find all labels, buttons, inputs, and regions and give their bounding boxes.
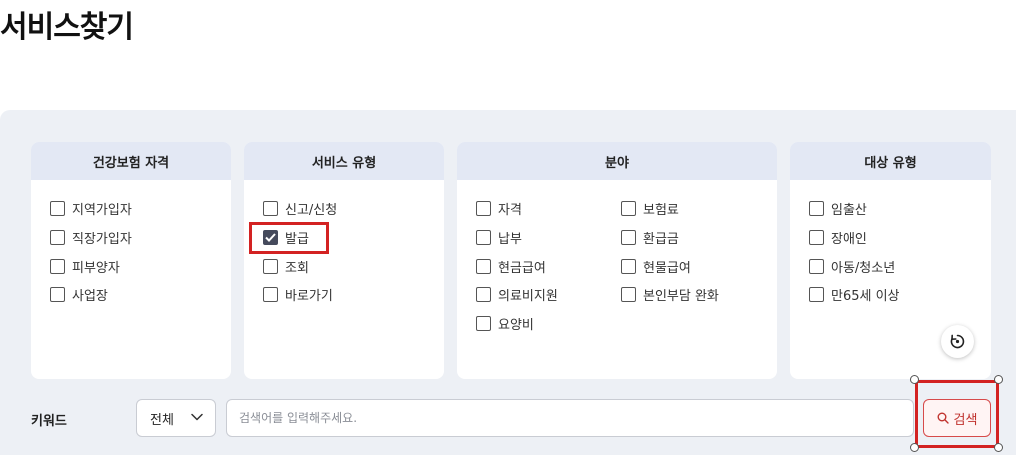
checkbox-disabled[interactable]: 장애인 <box>809 228 867 247</box>
checkbox-label: 현물급여 <box>643 260 691 276</box>
chevron-down-icon <box>191 413 203 421</box>
panel-header: 분야 <box>457 142 777 180</box>
checkbox-box[interactable] <box>50 200 65 216</box>
checkbox-box[interactable] <box>621 286 636 302</box>
checkbox-in-kind-benefit[interactable]: 현물급여 <box>621 257 691 276</box>
checkbox-label: 바로가기 <box>285 288 333 304</box>
checkbox-age-65-plus[interactable]: 만65세 이상 <box>809 285 900 304</box>
panel-field: 분야 자격 납부 현금급여 의료비지원 요양비 보험료 환급금 현물급여 본인부… <box>457 142 777 379</box>
checkbox-label: 피부양자 <box>72 260 120 276</box>
resize-handle <box>994 375 1003 384</box>
checkbox-box[interactable] <box>263 200 278 216</box>
checkbox-box[interactable] <box>50 286 65 302</box>
checkbox-box[interactable] <box>263 258 278 274</box>
checkbox-box[interactable] <box>50 258 65 274</box>
select-value: 전체 <box>150 412 174 428</box>
checkbox-medical-support[interactable]: 의료비지원 <box>476 285 558 304</box>
checkbox-box[interactable] <box>621 229 636 245</box>
checkbox-label: 신고/신청 <box>285 202 338 218</box>
checkbox-region-subscriber[interactable]: 지역가입자 <box>50 199 132 218</box>
checkbox-label: 사업장 <box>72 288 108 304</box>
checkbox-label: 직장가입자 <box>72 231 132 247</box>
checkbox-label: 의료비지원 <box>498 288 558 304</box>
checkbox-box[interactable] <box>621 200 636 216</box>
checkbox-box[interactable] <box>476 200 491 216</box>
checkbox-care-expense[interactable]: 요양비 <box>476 314 534 333</box>
checkbox-refund[interactable]: 환급금 <box>621 228 679 247</box>
reset-button[interactable] <box>941 325 974 358</box>
keyword-label: 키워드 <box>31 414 67 429</box>
search-icon <box>937 412 949 424</box>
refresh-icon <box>950 334 965 349</box>
checkbox-label: 현금급여 <box>498 260 546 276</box>
checkbox-label: 환급금 <box>643 231 679 247</box>
checkbox-label: 장애인 <box>831 231 867 247</box>
panel-header: 대상 유형 <box>790 142 991 180</box>
checkbox-label: 요양비 <box>498 317 534 333</box>
checkbox-cash-benefit[interactable]: 현금급여 <box>476 257 546 276</box>
selection-highlight <box>249 222 329 254</box>
checkbox-payment[interactable]: 납부 <box>476 228 522 247</box>
checkbox-business[interactable]: 사업장 <box>50 285 108 304</box>
checkbox-box[interactable] <box>476 258 491 274</box>
checkbox-label: 조회 <box>285 260 309 276</box>
panel-header: 서비스 유형 <box>244 142 444 180</box>
checkbox-label: 만65세 이상 <box>831 288 900 304</box>
resize-handle <box>910 443 919 452</box>
page-title: 서비스찾기 <box>0 10 134 45</box>
resize-handle <box>994 443 1003 452</box>
panel-header: 건강보험 자격 <box>31 142 231 180</box>
checkbox-box[interactable] <box>809 286 824 302</box>
checkbox-inquiry[interactable]: 조회 <box>263 257 309 276</box>
panel-eligibility: 건강보험 자격 지역가입자 직장가입자 피부양자 사업장 <box>31 142 231 379</box>
keyword-scope-select[interactable]: 전체 <box>136 399 216 437</box>
checkbox-box[interactable] <box>621 258 636 274</box>
checkbox-label: 아동/청소년 <box>831 260 896 276</box>
checkbox-copay-relief[interactable]: 본인부담 완화 <box>621 285 719 304</box>
checkbox-box[interactable] <box>476 229 491 245</box>
search-button[interactable]: 검색 <box>923 399 991 437</box>
panel-service-type: 서비스 유형 신고/신청 발급 조회 바로가기 <box>244 142 444 379</box>
checkbox-shortcut[interactable]: 바로가기 <box>263 285 333 304</box>
checkbox-box[interactable] <box>476 315 491 331</box>
checkbox-label: 보험료 <box>643 202 679 218</box>
search-input[interactable] <box>226 399 914 437</box>
search-button-label: 검색 <box>953 412 978 428</box>
checkbox-report-apply[interactable]: 신고/신청 <box>263 199 338 218</box>
checkbox-box[interactable] <box>476 286 491 302</box>
checkbox-premium[interactable]: 보험료 <box>621 199 679 218</box>
checkbox-label: 지역가입자 <box>72 202 132 218</box>
checkbox-box[interactable] <box>809 229 824 245</box>
checkbox-label: 본인부담 완화 <box>643 288 719 304</box>
checkbox-child-youth[interactable]: 아동/청소년 <box>809 257 896 276</box>
checkbox-box[interactable] <box>809 258 824 274</box>
checkbox-qualification[interactable]: 자격 <box>476 199 522 218</box>
checkbox-box[interactable] <box>809 200 824 216</box>
checkbox-box[interactable] <box>50 229 65 245</box>
checkbox-label: 자격 <box>498 202 522 218</box>
checkbox-pregnancy-birth[interactable]: 임출산 <box>809 199 867 218</box>
checkbox-label: 납부 <box>498 231 522 247</box>
resize-handle <box>910 375 919 384</box>
checkbox-workplace-subscriber[interactable]: 직장가입자 <box>50 228 132 247</box>
checkbox-dependent[interactable]: 피부양자 <box>50 257 120 276</box>
checkbox-box[interactable] <box>263 286 278 302</box>
checkbox-label: 임출산 <box>831 202 867 218</box>
